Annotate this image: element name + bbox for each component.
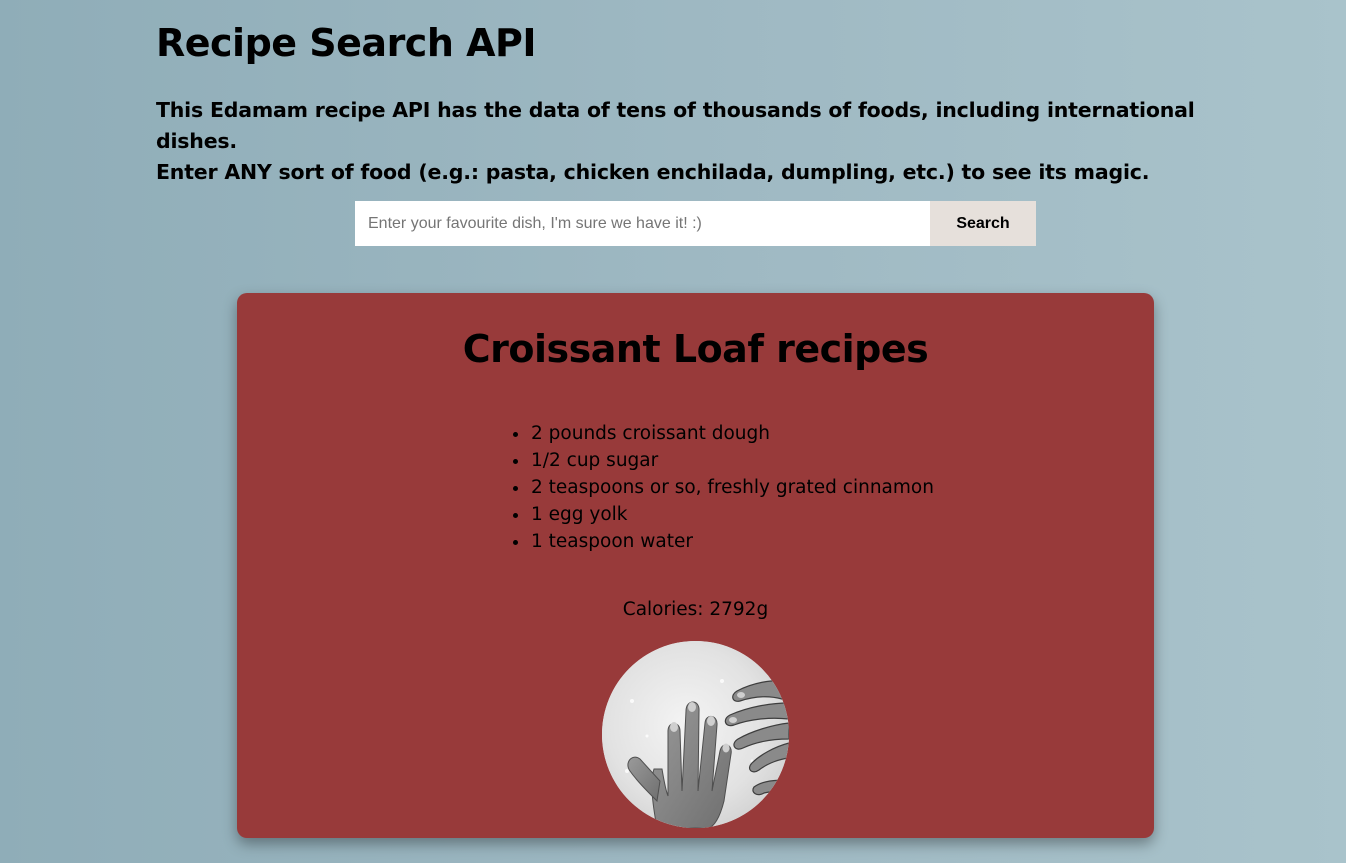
recipe-title: Croissant Loaf recipes: [462, 327, 929, 371]
ingredients-list: 2 pounds croissant dough 1/2 cup sugar 2…: [510, 420, 934, 555]
intro-line-2: Enter ANY sort of food (e.g.: pasta, chi…: [156, 160, 1150, 184]
ingredient-item: 2 teaspoons or so, freshly grated cinnam…: [530, 474, 934, 501]
ingredient-item: 1 egg yolk: [530, 501, 934, 528]
intro-line-1: This Edamam recipe API has the data of t…: [156, 98, 1195, 153]
hands-dough-photo-icon: [602, 641, 789, 828]
ingredient-item: 1/2 cup sugar: [530, 447, 934, 474]
page-title: Recipe Search API: [156, 21, 537, 65]
intro-text: This Edamam recipe API has the data of t…: [156, 95, 1276, 188]
calories-text: Calories: 2792g: [622, 599, 769, 620]
ingredient-item: 2 pounds croissant dough: [530, 420, 934, 447]
recipe-card: Croissant Loaf recipes 2 pounds croissan…: [237, 293, 1154, 838]
search-input[interactable]: [355, 201, 930, 246]
search-form: Search: [355, 201, 1036, 246]
search-button[interactable]: Search: [930, 201, 1036, 246]
ingredient-item: 1 teaspoon water: [530, 528, 934, 555]
recipe-image: [602, 641, 789, 828]
